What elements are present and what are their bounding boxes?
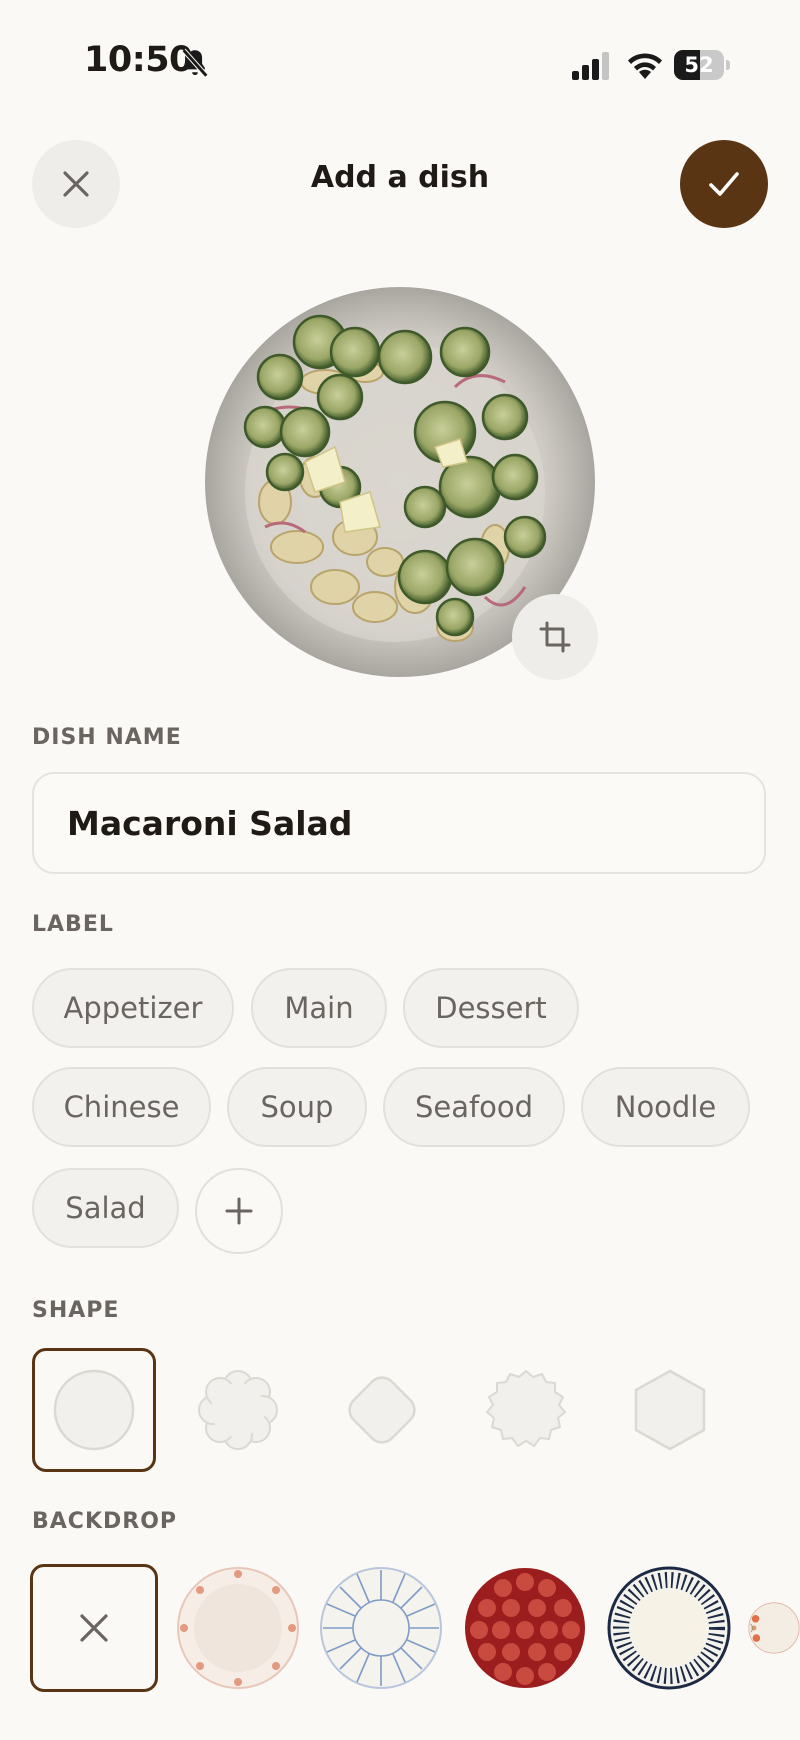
- shape-option-circle[interactable]: [32, 1348, 156, 1472]
- red-polka-plate-icon: [465, 1568, 585, 1688]
- label-chip-dessert[interactable]: Dessert: [403, 968, 579, 1048]
- plus-icon: [225, 1197, 253, 1225]
- label-section-label: LABEL: [32, 912, 114, 937]
- battery-level: 52: [684, 53, 714, 77]
- backdrop-option-floral-plate[interactable]: [748, 1564, 800, 1692]
- confirm-button[interactable]: [680, 140, 768, 228]
- shape-option-rounded-diamond[interactable]: [320, 1348, 444, 1472]
- circle-shape-icon: [53, 1369, 135, 1451]
- cellular-signal-icon: [572, 52, 609, 80]
- floral-plate-icon: [748, 1602, 800, 1654]
- crop-icon: [539, 621, 571, 653]
- shape-section-label: SHAPE: [32, 1298, 120, 1323]
- label-chip-chinese[interactable]: Chinese: [32, 1067, 211, 1147]
- label-chip-salad[interactable]: Salad: [32, 1168, 179, 1248]
- flower-shape-icon: [198, 1370, 278, 1450]
- backdrop-option-dotted-rim-plate[interactable]: [174, 1564, 302, 1692]
- status-time: 10:50: [84, 40, 193, 80]
- rounded-diamond-shape-icon: [348, 1376, 416, 1444]
- dotted-rim-plate-icon: [177, 1567, 299, 1689]
- wifi-icon: [628, 53, 662, 79]
- scalloped-shape-icon: [486, 1370, 566, 1447]
- backdrop-section-label: BACKDROP: [32, 1509, 178, 1534]
- backdrop-option-blue-petal-plate[interactable]: [317, 1564, 445, 1692]
- backdrop-option-none[interactable]: [30, 1564, 158, 1692]
- label-chip-appetizer[interactable]: Appetizer: [32, 968, 234, 1048]
- dish-name-label: DISH NAME: [32, 725, 182, 750]
- blue-petal-plate-icon: [320, 1567, 442, 1689]
- shape-option-hexagon[interactable]: [608, 1348, 732, 1472]
- hexagon-shape-icon: [634, 1369, 706, 1451]
- crop-button[interactable]: [512, 594, 598, 680]
- dish-name-field[interactable]: Macaroni Salad: [32, 772, 766, 874]
- label-chip-soup[interactable]: Soup: [227, 1067, 367, 1147]
- battery-icon: 52: [674, 50, 730, 80]
- striped-rim-plate-icon: [607, 1566, 731, 1690]
- backdrop-option-red-polka-plate[interactable]: [461, 1564, 589, 1692]
- label-chip-seafood[interactable]: Seafood: [383, 1067, 565, 1147]
- add-label-button[interactable]: [195, 1168, 283, 1254]
- shape-option-scalloped[interactable]: [464, 1348, 588, 1472]
- checkmark-icon: [709, 172, 739, 196]
- close-icon: [80, 1614, 108, 1642]
- label-chip-noodle[interactable]: Noodle: [581, 1067, 750, 1147]
- label-chip-main[interactable]: Main: [251, 968, 387, 1048]
- backdrop-option-striped-rim-plate[interactable]: [605, 1564, 733, 1692]
- bell-slash-icon: [181, 48, 209, 78]
- shape-option-flower[interactable]: [176, 1348, 300, 1472]
